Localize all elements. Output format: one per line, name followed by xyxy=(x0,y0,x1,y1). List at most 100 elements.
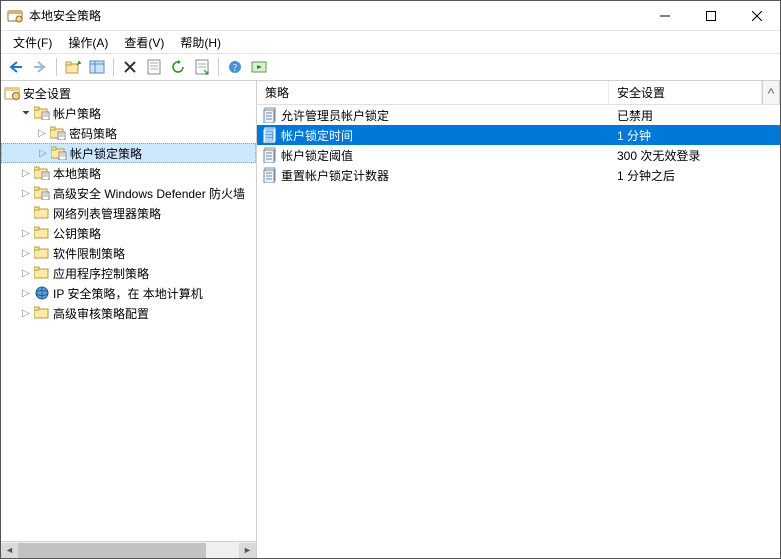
menu-view[interactable]: 查看(V) xyxy=(116,32,172,53)
folder-policy-icon xyxy=(33,105,51,121)
policy-name: 帐户锁定阈值 xyxy=(281,147,609,164)
tree-item-label: 公钥策略 xyxy=(53,225,101,242)
title-bar: 本地安全策略 xyxy=(1,1,780,31)
folder-policy-icon xyxy=(33,185,51,201)
tree-root[interactable]: 安全设置 xyxy=(1,83,256,103)
tree-view[interactable]: 安全设置 ⏷帐户策略▷密码策略▷帐户锁定策略▷本地策略▷高级安全 Windows… xyxy=(1,81,256,541)
policy-value: 1 分钟 xyxy=(609,127,780,144)
policy-name: 重置帐户锁定计数器 xyxy=(281,167,609,184)
folder-plain-icon xyxy=(33,205,51,221)
tree-item-label: 密码策略 xyxy=(69,125,117,142)
content-area: 安全设置 ⏷帐户策略▷密码策略▷帐户锁定策略▷本地策略▷高级安全 Windows… xyxy=(1,81,780,558)
policy-name: 帐户锁定时间 xyxy=(281,127,609,144)
collapse-icon[interactable]: ⏷ xyxy=(19,108,33,119)
policy-value: 1 分钟之后 xyxy=(609,167,780,184)
folder-plain-icon xyxy=(33,225,51,241)
app-icon xyxy=(7,8,23,24)
tree-item[interactable]: ▷ 本地策略 xyxy=(1,163,256,183)
policy-value: 300 次无效登录 xyxy=(609,147,780,164)
scroll-right-button[interactable]: ► xyxy=(239,543,256,558)
policy-icon xyxy=(257,147,281,163)
policy-name: 允许管理员帐户锁定 xyxy=(281,107,609,124)
forward-button[interactable] xyxy=(29,56,51,78)
scroll-left-button[interactable]: ◄ xyxy=(1,543,18,558)
tree-item[interactable]: ▷ 密码策略 xyxy=(1,123,256,143)
tree-horizontal-scrollbar[interactable]: ◄ ► xyxy=(1,541,256,558)
up-level-button[interactable] xyxy=(62,56,84,78)
refresh-button[interactable] xyxy=(167,56,189,78)
toolbar-separator xyxy=(218,58,219,76)
policy-row[interactable]: 允许管理员帐户锁定已禁用 xyxy=(257,105,780,125)
expand-icon[interactable]: ▷ xyxy=(19,248,33,259)
delete-button[interactable] xyxy=(119,56,141,78)
expand-icon[interactable]: ▷ xyxy=(19,228,33,239)
tree-item[interactable]: ▷软件限制策略 xyxy=(1,243,256,263)
folder-plain-icon xyxy=(33,305,51,321)
policy-row[interactable]: 帐户锁定阈值300 次无效登录 xyxy=(257,145,780,165)
expand-icon[interactable]: ▷ xyxy=(35,128,49,139)
policy-row[interactable]: 帐户锁定时间1 分钟 xyxy=(257,125,780,145)
close-button[interactable] xyxy=(734,1,780,30)
scroll-track[interactable] xyxy=(18,543,239,558)
policy-icon xyxy=(257,107,281,123)
menu-file[interactable]: 文件(F) xyxy=(5,32,60,53)
policy-icon xyxy=(257,127,281,143)
column-header-setting[interactable]: 安全设置 xyxy=(609,81,762,104)
window-title: 本地安全策略 xyxy=(29,7,642,24)
properties-button[interactable] xyxy=(143,56,165,78)
menu-bar: 文件(F) 操作(A) 查看(V) 帮助(H) xyxy=(1,31,780,53)
tree-item[interactable]: ⏷ 帐户策略 xyxy=(1,103,256,123)
tree-item[interactable]: ▷ 高级审核策略配置 xyxy=(1,303,256,323)
window-controls xyxy=(642,1,780,30)
tree-item-label: 高级审核策略配置 xyxy=(53,305,149,322)
app-window: 本地安全策略 文件(F) 操作(A) 查看(V) 帮助(H) xyxy=(0,0,781,559)
list-pane: 策略 安全设置 ^ 允许管理员帐户锁定已禁用帐户锁定时间1 分钟帐户锁定阈值30… xyxy=(257,81,780,558)
list-header: 策略 安全设置 ^ xyxy=(257,81,780,105)
maximize-button[interactable] xyxy=(688,1,734,30)
toolbar-separator xyxy=(56,58,57,76)
action-button[interactable] xyxy=(248,56,270,78)
tree-item[interactable]: ▷ 高级安全 Windows Defender 防火墙 xyxy=(1,183,256,203)
expand-icon[interactable]: ▷ xyxy=(19,168,33,179)
tree-item[interactable]: ▷ 帐户锁定策略 xyxy=(1,143,256,163)
expand-icon[interactable]: ▷ xyxy=(19,268,33,279)
minimize-button[interactable] xyxy=(642,1,688,30)
list-view[interactable]: 允许管理员帐户锁定已禁用帐户锁定时间1 分钟帐户锁定阈值300 次无效登录重置帐… xyxy=(257,105,780,558)
tree-item[interactable]: ▷ 公钥策略 xyxy=(1,223,256,243)
tree-item[interactable]: ▷ 应用程序控制策略 xyxy=(1,263,256,283)
menu-action[interactable]: 操作(A) xyxy=(60,32,116,53)
folder-plain-icon xyxy=(33,245,51,261)
tree-item-label: 帐户策略 xyxy=(53,105,101,122)
tree-pane: 安全设置 ⏷帐户策略▷密码策略▷帐户锁定策略▷本地策略▷高级安全 Windows… xyxy=(1,81,257,558)
security-settings-icon xyxy=(3,85,21,101)
tree-item[interactable]: ▶网络列表管理器策略 xyxy=(1,203,256,223)
expand-icon[interactable]: ▷ xyxy=(19,288,33,299)
back-button[interactable] xyxy=(5,56,27,78)
header-sort-indicator[interactable]: ^ xyxy=(762,81,780,104)
export-list-button[interactable] xyxy=(191,56,213,78)
scroll-thumb[interactable] xyxy=(18,543,206,558)
column-header-policy[interactable]: 策略 xyxy=(257,81,609,104)
expand-icon[interactable]: ▷ xyxy=(19,308,33,319)
toolbar: ? xyxy=(1,53,780,81)
tree-item-label: 高级安全 Windows Defender 防火墙 xyxy=(53,185,245,202)
folder-policy-icon xyxy=(33,165,51,181)
help-button[interactable]: ? xyxy=(224,56,246,78)
toolbar-separator xyxy=(113,58,114,76)
tree-item-label: 帐户锁定策略 xyxy=(70,145,142,162)
tree-item-label: 应用程序控制策略 xyxy=(53,265,149,282)
policy-row[interactable]: 重置帐户锁定计数器1 分钟之后 xyxy=(257,165,780,185)
policy-value: 已禁用 xyxy=(609,107,780,124)
tree-item[interactable]: ▷IP 安全策略，在 本地计算机 xyxy=(1,283,256,303)
folder-plain-icon xyxy=(33,265,51,281)
policy-icon xyxy=(257,167,281,183)
expand-icon[interactable]: ▷ xyxy=(19,188,33,199)
tree-item-label: 本地策略 xyxy=(53,165,101,182)
svg-text:?: ? xyxy=(233,63,238,74)
menu-help[interactable]: 帮助(H) xyxy=(172,32,229,53)
folder-policy-icon xyxy=(49,125,67,141)
expand-icon[interactable]: ▷ xyxy=(36,148,50,159)
show-hide-tree-button[interactable] xyxy=(86,56,108,78)
tree-root-label: 安全设置 xyxy=(23,85,71,102)
ipsec-icon xyxy=(33,285,51,301)
